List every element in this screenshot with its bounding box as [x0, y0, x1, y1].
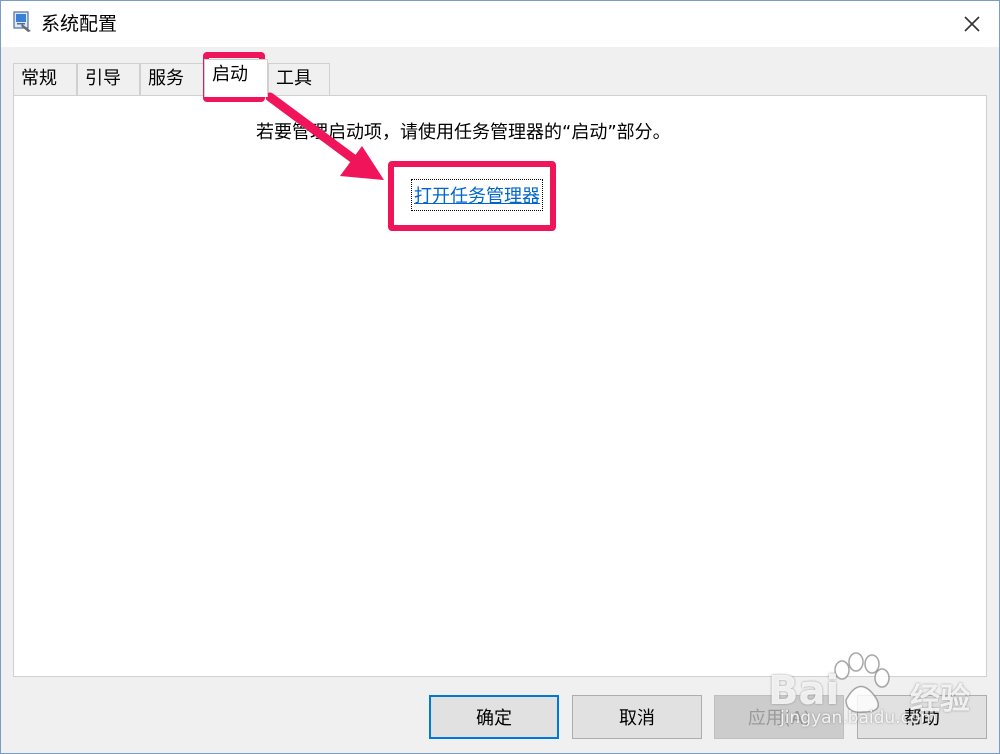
msconfig-icon — [13, 11, 31, 32]
cancel-button[interactable]: 取消 — [572, 695, 702, 739]
tab-services[interactable]: 服务 — [140, 63, 204, 95]
tab-general[interactable]: 常规 — [13, 63, 77, 95]
close-icon — [964, 16, 980, 32]
startup-panel: 若要管理启动项，请使用任务管理器的“启动”部分。 打开任务管理器 — [13, 95, 987, 677]
startup-message: 若要管理启动项，请使用任务管理器的“启动”部分。 — [256, 122, 671, 143]
tab-tools[interactable]: 工具 — [268, 63, 330, 95]
tab-label: 服务 — [148, 68, 184, 89]
title-bar: 系统配置 — [1, 1, 999, 47]
close-button[interactable] — [945, 1, 999, 47]
tab-label: 常规 — [21, 68, 57, 89]
tab-label: 引导 — [85, 68, 121, 89]
apply-button[interactable]: 应用(A) — [714, 695, 844, 739]
system-config-window: 系统配置 常规 引导 服务 启动 工具 若要管理启动项，请使用任务管理器的“启动… — [0, 0, 1000, 754]
help-button[interactable]: 帮助 — [857, 695, 987, 739]
window-title: 系统配置 — [41, 13, 118, 35]
ok-button[interactable]: 确定 — [429, 695, 559, 739]
tab-label: 工具 — [276, 68, 312, 89]
tab-startup[interactable]: 启动 — [204, 59, 268, 97]
tab-label: 启动 — [212, 64, 248, 85]
tab-boot[interactable]: 引导 — [77, 63, 140, 95]
open-task-manager-link[interactable]: 打开任务管理器 — [411, 179, 543, 211]
